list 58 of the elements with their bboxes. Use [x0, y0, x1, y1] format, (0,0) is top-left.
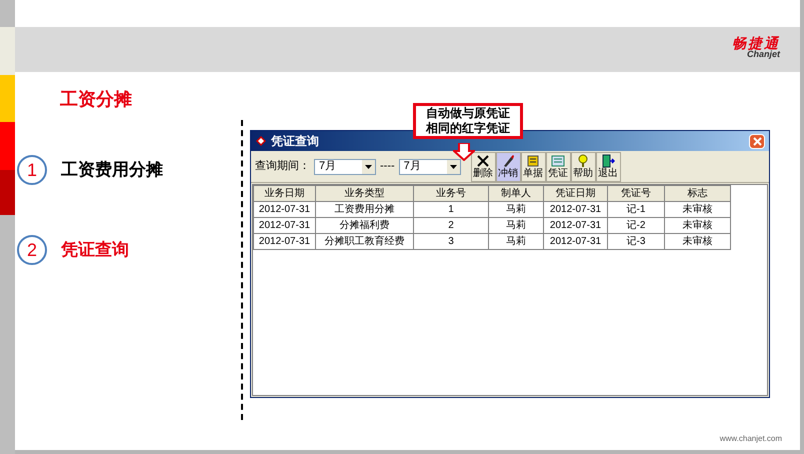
column-header: 制单人	[488, 186, 544, 202]
toolbar-button[interactable]: 凭证	[546, 152, 571, 182]
table-cell: 记-2	[608, 218, 664, 234]
table-cell: 记-1	[608, 202, 664, 218]
table-cell: 3	[414, 234, 488, 250]
caret-icon	[365, 164, 372, 168]
callout-box: 自动做与原凭证相同的红字凭证	[413, 103, 523, 139]
bulb-icon	[576, 154, 590, 168]
close-button[interactable]	[749, 134, 765, 148]
column-header: 凭证日期	[544, 186, 608, 202]
step-label: 凭证查询	[61, 239, 129, 262]
period-to-dropdown[interactable]: 7月	[398, 158, 461, 174]
logo-name: 畅捷通	[732, 36, 780, 50]
cross-icon	[476, 154, 490, 168]
toolbar-button[interactable]: 冲销	[496, 152, 521, 182]
down-arrow-icon	[453, 143, 475, 161]
footer-url: www.chanjet.com	[720, 433, 782, 445]
period-label: 查询期间：	[255, 159, 310, 174]
table-cell: 未审核	[664, 234, 730, 250]
close-icon	[752, 136, 762, 146]
table-cell: 2	[414, 218, 488, 234]
table-cell: 分摊福利费	[316, 218, 414, 234]
toolbar-button[interactable]: 退出	[596, 152, 621, 182]
caret-icon	[450, 164, 457, 168]
table-cell: 分摊职工教育经费	[316, 234, 414, 250]
step-label: 工资费用分摊	[61, 159, 163, 182]
table-cell: 2012-07-31	[544, 234, 608, 250]
column-header: 业务类型	[316, 186, 414, 202]
table-cell: 马莉	[488, 218, 544, 234]
column-header: 业务号	[414, 186, 488, 202]
column-header: 凭证号	[608, 186, 664, 202]
period-from-dropdown[interactable]: 7月	[314, 158, 376, 174]
table-cell: 2012-07-31	[544, 202, 608, 218]
table-cell: 未审核	[664, 202, 730, 218]
table-cell: 2012-07-31	[254, 218, 316, 234]
logo-wordmark: Chanjet	[746, 50, 780, 59]
toolbar-button[interactable]: 删除	[470, 152, 496, 182]
table-cell: 工资费用分摊	[316, 202, 414, 218]
door-icon	[601, 154, 616, 168]
table-cell: 1	[414, 202, 488, 218]
column-header: 业务日期	[254, 186, 316, 202]
table-cell: 2012-07-31	[254, 234, 316, 250]
table-cell: 记-3	[608, 234, 664, 250]
pen-icon	[501, 154, 516, 168]
table-cell: 2012-07-31	[544, 218, 608, 234]
period-separator: ----	[380, 159, 395, 174]
table-cell: 2012-07-31	[254, 202, 316, 218]
window-title: 凭证查询	[271, 133, 320, 150]
column-header: 标志	[664, 186, 730, 202]
diamond-icon	[255, 135, 267, 147]
toolbar-button[interactable]: 单据	[520, 152, 546, 182]
toolbar-button[interactable]: 帮助	[570, 152, 596, 182]
table-cell: 马莉	[488, 202, 544, 218]
table-cell: 未审核	[664, 218, 730, 234]
slide-title: 工资分摊	[60, 88, 132, 111]
form-icon	[551, 154, 566, 168]
table-cell: 马莉	[488, 234, 544, 250]
sheet-icon	[526, 154, 540, 168]
